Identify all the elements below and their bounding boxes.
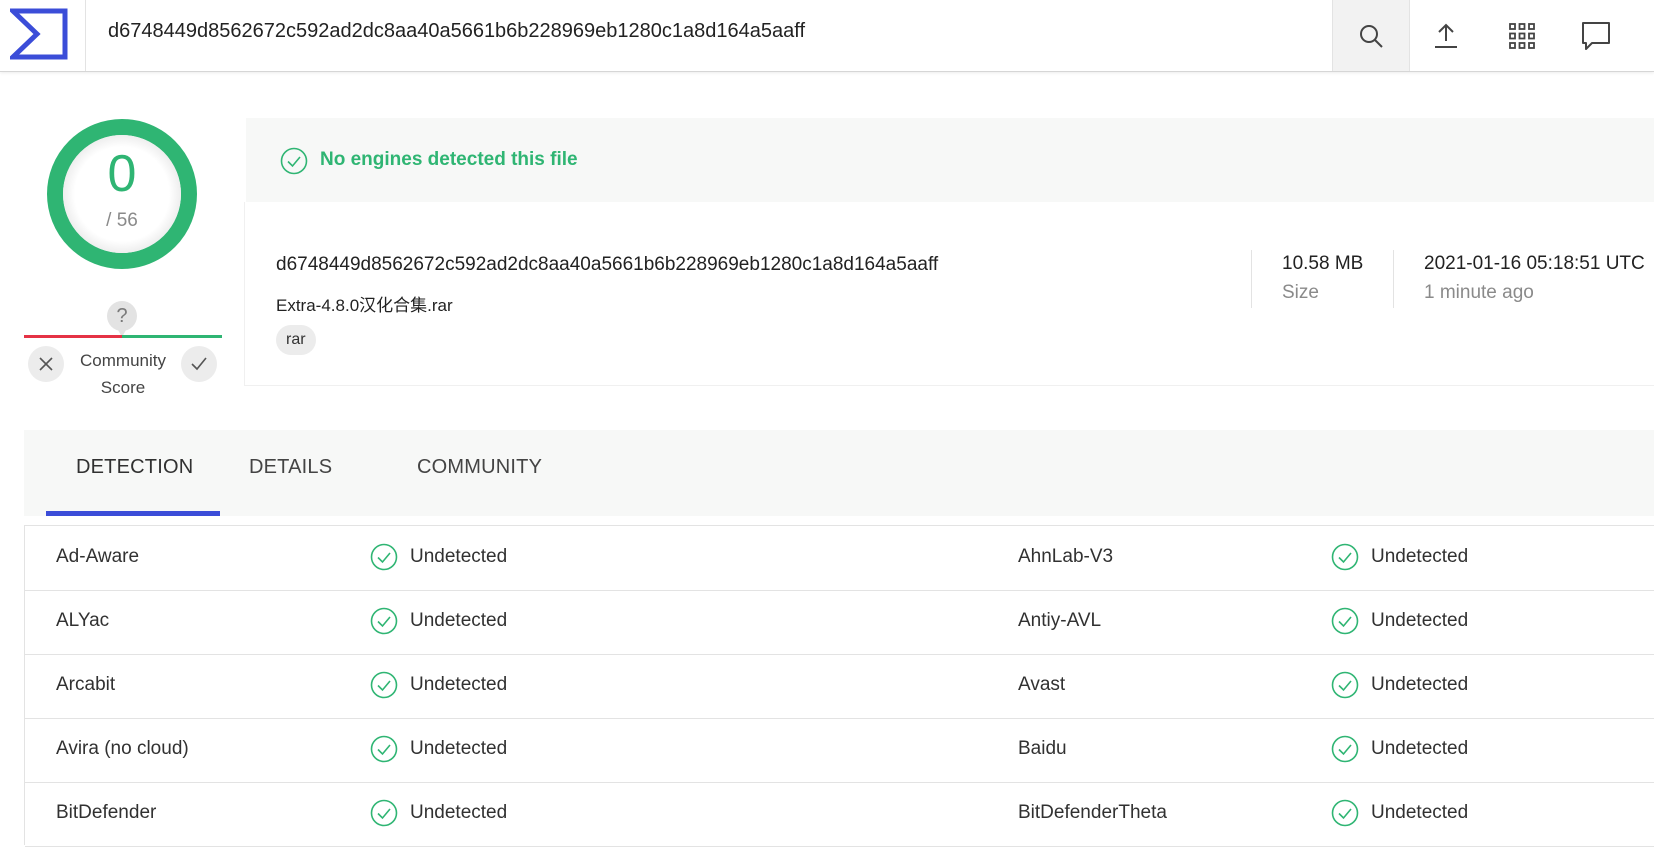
table-row: BitDefender Undetected BitDefenderTheta … [25, 782, 1654, 847]
engine-result: Undetected [370, 735, 507, 763]
check-icon [191, 357, 207, 371]
vote-harmless-button[interactable] [181, 346, 217, 382]
result-label: Undetected [410, 610, 508, 631]
tab-details[interactable]: DETAILS [249, 456, 332, 479]
engine-result: Undetected [1331, 735, 1468, 763]
result-label: Undetected [410, 738, 508, 759]
engine-name: Baidu [1018, 738, 1067, 759]
tab-community[interactable]: COMMUNITY [417, 456, 542, 479]
analysis-date-relative: 1 minute ago [1424, 282, 1534, 303]
check-circle-icon [370, 735, 398, 763]
check-circle-icon [370, 799, 398, 827]
apps-grid-icon [1509, 22, 1535, 49]
apps-button[interactable] [1484, 0, 1560, 71]
chat-button[interactable] [1558, 0, 1634, 71]
engine-name: Ad-Aware [56, 546, 140, 567]
engine-result: Undetected [1331, 799, 1468, 827]
info-divider [1393, 250, 1394, 308]
engine-result: Undetected [370, 799, 507, 827]
engine-name: Antiy-AVL [1018, 610, 1102, 631]
header-divider [85, 0, 86, 71]
detection-summary: No engines detected this file [320, 149, 578, 170]
engine-result: Undetected [1331, 543, 1468, 571]
result-label: Undetected [1371, 610, 1469, 631]
vote-harmful-button[interactable] [28, 346, 64, 382]
upload-button[interactable] [1408, 0, 1484, 71]
close-icon [39, 357, 53, 371]
analysis-date-value: 2021-01-16 05:18:51 UTC [1424, 253, 1645, 274]
detection-count: 0 [107, 145, 137, 203]
info-divider [1251, 250, 1252, 308]
file-size-label: Size [1282, 282, 1319, 303]
engine-name: ALYac [56, 610, 110, 631]
check-circle-icon [1331, 607, 1359, 635]
check-circle-icon [1331, 799, 1359, 827]
engine-result: Undetected [370, 671, 507, 699]
top-bar: d6748449d8562672c592ad2dc8aa40a5661b6b22… [0, 0, 1654, 72]
community-score-label: Community Score [80, 351, 166, 397]
search-icon [1360, 24, 1383, 48]
table-row: ALYac Undetected Antiy-AVL Undetected [25, 590, 1654, 655]
detection-results-table: Ad-Aware Undetected AhnLab-V3 Undetected… [24, 525, 1654, 847]
chat-icon [1582, 21, 1610, 50]
engine-name: Avira (no cloud) [56, 738, 189, 759]
upload-icon [1435, 23, 1457, 48]
file-size-value: 10.58 MB [1282, 253, 1364, 274]
result-label: Undetected [1371, 738, 1469, 759]
engine-result: Undetected [1331, 607, 1468, 635]
engine-result: Undetected [370, 543, 507, 571]
table-row: Avira (no cloud) Undetected Baidu Undete… [25, 718, 1654, 783]
table-row: Ad-Aware Undetected AhnLab-V3 Undetected [25, 526, 1654, 591]
file-type-tag[interactable]: rar [276, 325, 316, 355]
result-label: Undetected [410, 674, 508, 695]
check-circle-icon [1331, 735, 1359, 763]
engine-result: Undetected [1331, 671, 1468, 699]
engine-name: BitDefender [56, 802, 157, 823]
tab-detection[interactable]: DETECTION [76, 456, 193, 479]
logo-icon[interactable] [6, 8, 68, 60]
engine-name: Arcabit [56, 674, 116, 695]
file-name: Extra-4.8.0汉化合集.rar [276, 296, 453, 315]
engine-name: Avast [1018, 674, 1066, 695]
result-label: Undetected [1371, 674, 1469, 695]
engine-name: AhnLab-V3 [1018, 546, 1114, 567]
table-row: Arcabit Undetected Avast Undetected [25, 654, 1654, 719]
check-circle-icon [370, 671, 398, 699]
engine-result: Undetected [370, 607, 507, 635]
search-input[interactable]: d6748449d8562672c592ad2dc8aa40a5661b6b22… [108, 20, 805, 43]
community-score-bar-negative [24, 335, 122, 338]
community-score-bar-positive [122, 335, 222, 338]
check-circle-icon [1331, 543, 1359, 571]
file-hash: d6748449d8562672c592ad2dc8aa40a5661b6b22… [276, 254, 939, 275]
check-circle-icon [1331, 671, 1359, 699]
active-tab-indicator [46, 511, 220, 516]
engine-name: BitDefenderTheta [1018, 802, 1167, 823]
check-circle-icon [370, 607, 398, 635]
result-label: Undetected [1371, 802, 1469, 823]
community-score-marker: ? [107, 301, 137, 337]
result-label: Undetected [410, 546, 508, 567]
result-label: Undetected [410, 802, 508, 823]
engine-total: / 56 [106, 210, 138, 231]
check-circle-icon [280, 147, 308, 175]
check-circle-icon [370, 543, 398, 571]
search-button[interactable] [1332, 0, 1410, 71]
result-label: Undetected [1371, 546, 1469, 567]
